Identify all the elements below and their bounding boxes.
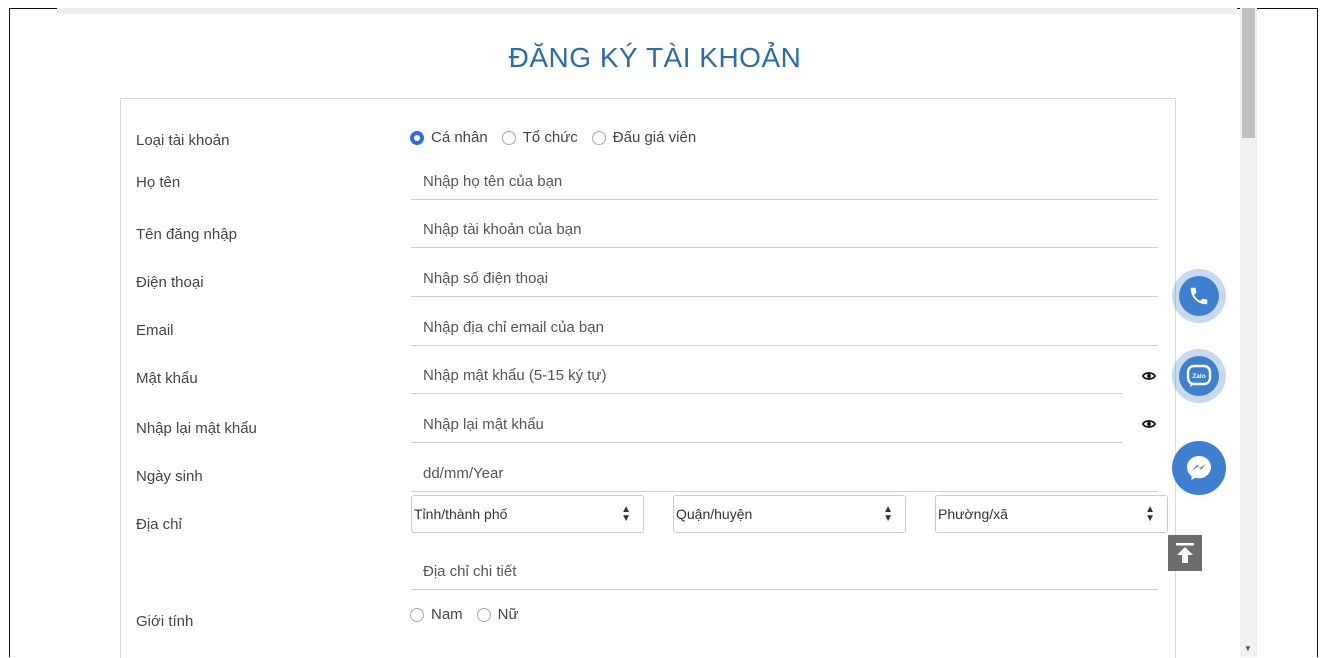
radio-auctioneer[interactable]: Đấu giá viên <box>591 129 697 146</box>
sort-caret-icon: ▲ ▼ <box>1145 504 1155 524</box>
birthday-field <box>411 456 1158 492</box>
phone-button-inner <box>1179 276 1219 316</box>
zalo-icon: Zalo <box>1186 364 1212 387</box>
arrow-up-icon <box>1176 543 1194 563</box>
ward-select-value: Phường/xã <box>938 506 1008 522</box>
scrollbar-thumb[interactable] <box>1242 8 1255 138</box>
radio-male-dot[interactable] <box>410 607 424 622</box>
sort-caret-icon: ▲ ▼ <box>621 504 631 524</box>
account-type-label: Loại tài khoản <box>136 132 230 149</box>
password-label: Mật khẩu <box>136 370 198 387</box>
radio-individual-label: Cá nhân <box>431 129 488 146</box>
address-detail-input[interactable] <box>411 554 1158 589</box>
messenger-button-inner <box>1172 441 1226 495</box>
password-input[interactable] <box>411 358 1122 393</box>
radio-individual[interactable]: Cá nhân <box>410 129 488 146</box>
radio-individual-dot[interactable] <box>410 130 424 145</box>
radio-organization-dot[interactable] <box>501 130 516 145</box>
password-field <box>411 358 1122 394</box>
username-input[interactable] <box>411 212 1158 247</box>
radio-male[interactable]: Nam <box>410 606 463 623</box>
phone-button[interactable] <box>1172 269 1226 323</box>
phone-label: Điện thoại <box>136 274 204 291</box>
province-select-value: Tỉnh/thành phố <box>414 506 508 522</box>
email-input[interactable] <box>411 310 1158 345</box>
address-detail-field <box>411 554 1158 590</box>
top-strip <box>57 8 1237 14</box>
confirm-password-input[interactable] <box>411 407 1122 442</box>
messenger-icon <box>1187 456 1211 480</box>
birthday-label: Ngày sinh <box>136 468 203 485</box>
back-to-top-button[interactable] <box>1168 535 1202 571</box>
zalo-button-inner: Zalo <box>1179 356 1219 396</box>
radio-male-label: Nam <box>431 606 463 623</box>
radio-auctioneer-dot[interactable] <box>591 130 606 145</box>
radio-female-label: Nữ <box>497 606 519 623</box>
district-select-value: Quận/huyện <box>676 506 753 522</box>
scrollbar[interactable]: ▼ <box>1240 8 1257 657</box>
sort-caret-icon: ▲ ▼ <box>883 504 893 524</box>
radio-female[interactable]: Nữ <box>476 606 519 623</box>
phone-field <box>411 261 1158 297</box>
district-select[interactable]: Quận/huyện ▲ ▼ <box>673 495 906 533</box>
zalo-icon-text: Zalo <box>1192 373 1205 380</box>
fullname-field <box>411 164 1158 200</box>
eye-icon[interactable] <box>1142 369 1156 383</box>
username-field <box>411 212 1158 248</box>
radio-auctioneer-label: Đấu giá viên <box>612 129 697 146</box>
fullname-input[interactable] <box>411 164 1158 199</box>
messenger-button[interactable] <box>1172 441 1226 495</box>
radio-female-dot[interactable] <box>476 607 491 622</box>
scroll-down-arrow-icon[interactable]: ▼ <box>1244 644 1252 653</box>
confirm-password-label: Nhập lại mật khẩu <box>136 420 257 437</box>
radio-organization-label: Tổ chức <box>522 129 578 146</box>
ward-select[interactable]: Phường/xã ▲ ▼ <box>935 495 1168 533</box>
username-label: Tên đăng nhập <box>136 226 237 243</box>
eye-icon-confirm[interactable] <box>1142 417 1156 431</box>
province-select[interactable]: Tỉnh/thành phố ▲ ▼ <box>411 495 644 533</box>
page-title: ĐĂNG KÝ TÀI KHOẢN <box>508 42 802 73</box>
phone-input[interactable] <box>411 261 1158 296</box>
confirm-password-field <box>411 407 1122 443</box>
phone-icon <box>1190 287 1208 305</box>
birthday-input[interactable] <box>411 456 1158 491</box>
radio-organization[interactable]: Tổ chức <box>501 129 578 146</box>
gender-label: Giới tính <box>136 613 194 630</box>
gender-radios: Nam Nữ <box>410 606 533 623</box>
account-type-radios: Cá nhân Tổ chức Đấu giá viên <box>410 129 710 146</box>
email-label: Email <box>136 322 174 339</box>
email-field <box>411 310 1158 346</box>
fullname-label: Họ tên <box>136 174 181 191</box>
zalo-button[interactable]: Zalo <box>1172 349 1226 403</box>
address-label: Địa chỉ <box>136 516 182 533</box>
